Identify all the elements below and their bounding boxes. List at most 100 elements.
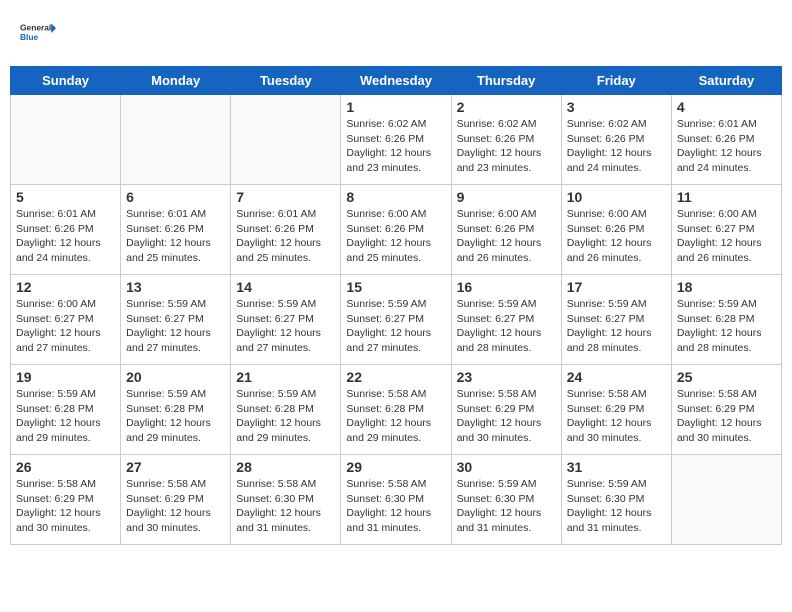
calendar-cell: 17 Sunrise: 5:59 AM Sunset: 6:27 PM Dayli… [561,275,671,365]
day-info: Sunrise: 5:58 AM Sunset: 6:30 PM Dayligh… [346,477,445,536]
calendar-cell: 1 Sunrise: 6:02 AM Sunset: 6:26 PM Daylig… [341,95,451,185]
day-info: Sunrise: 5:58 AM Sunset: 6:29 PM Dayligh… [16,477,115,536]
day-number: 4 [677,99,776,115]
calendar-cell [121,95,231,185]
calendar-cell: 9 Sunrise: 6:00 AM Sunset: 6:26 PM Daylig… [451,185,561,275]
calendar-cell: 13 Sunrise: 5:59 AM Sunset: 6:27 PM Dayli… [121,275,231,365]
calendar-cell: 15 Sunrise: 5:59 AM Sunset: 6:27 PM Dayli… [341,275,451,365]
day-info: Sunrise: 5:59 AM Sunset: 6:30 PM Dayligh… [567,477,666,536]
day-number: 10 [567,189,666,205]
weekday-header-thursday: Thursday [451,67,561,95]
weekday-header-monday: Monday [121,67,231,95]
svg-text:Blue: Blue [20,32,39,42]
day-number: 1 [346,99,445,115]
calendar-cell: 6 Sunrise: 6:01 AM Sunset: 6:26 PM Daylig… [121,185,231,275]
calendar-cell: 20Sunrise: 5:59 AM Sunset: 6:28 PM Dayli… [121,365,231,455]
calendar-cell: 19 Sunrise: 5:59 AM Sunset: 6:28 PM Dayli… [11,365,121,455]
day-number: 23 [457,369,556,385]
svg-text:General: General [20,23,51,33]
calendar-cell: 31Sunrise: 5:59 AM Sunset: 6:30 PM Dayli… [561,455,671,545]
day-number: 14 [236,279,335,295]
calendar-cell: 16 Sunrise: 5:59 AM Sunset: 6:27 PM Dayli… [451,275,561,365]
day-info: Sunrise: 6:01 AM Sunset: 6:26 PM Dayligh… [16,207,115,266]
calendar-cell: 5 Sunrise: 6:01 AM Sunset: 6:26 PM Daylig… [11,185,121,275]
day-info: Sunrise: 5:59 AM Sunset: 6:28 PM Dayligh… [16,387,115,446]
day-info: Sunrise: 5:59 AM Sunset: 6:27 PM Dayligh… [346,297,445,356]
day-info: Sunrise: 6:00 AM Sunset: 6:26 PM Dayligh… [457,207,556,266]
week-row-5: 26 Sunrise: 5:58 AM Sunset: 6:29 PM Dayli… [11,455,782,545]
day-number: 18 [677,279,776,295]
day-info: Sunrise: 6:01 AM Sunset: 6:26 PM Dayligh… [677,117,776,176]
week-row-3: 12 Sunrise: 6:00 AM Sunset: 6:27 PM Dayli… [11,275,782,365]
day-number: 25 [677,369,776,385]
weekday-header-wednesday: Wednesday [341,67,451,95]
weekday-header-friday: Friday [561,67,671,95]
calendar-cell: 7Sunrise: 6:01 AM Sunset: 6:26 PM Daylig… [231,185,341,275]
calendar-cell: 11 Sunrise: 6:00 AM Sunset: 6:27 PM Dayli… [671,185,781,275]
calendar-cell: 29 Sunrise: 5:58 AM Sunset: 6:30 PM Dayli… [341,455,451,545]
day-info: Sunrise: 6:00 AM Sunset: 6:26 PM Dayligh… [567,207,666,266]
day-number: 28 [236,459,335,475]
day-number: 21 [236,369,335,385]
day-number: 11 [677,189,776,205]
day-info: Sunrise: 5:59 AM Sunset: 6:28 PM Dayligh… [236,387,335,446]
day-info: Sunrise: 6:00 AM Sunset: 6:27 PM Dayligh… [677,207,776,266]
week-row-4: 19 Sunrise: 5:59 AM Sunset: 6:28 PM Dayli… [11,365,782,455]
day-info: Sunrise: 5:59 AM Sunset: 6:28 PM Dayligh… [126,387,225,446]
calendar-cell: 26 Sunrise: 5:58 AM Sunset: 6:29 PM Dayli… [11,455,121,545]
day-number: 12 [16,279,115,295]
calendar-cell: 2Sunrise: 6:02 AM Sunset: 6:26 PM Daylig… [451,95,561,185]
calendar-table: SundayMondayTuesdayWednesdayThursdayFrid… [10,66,782,545]
calendar-cell: 12 Sunrise: 6:00 AM Sunset: 6:27 PM Dayli… [11,275,121,365]
calendar-cell: 28 Sunrise: 5:58 AM Sunset: 6:30 PM Dayli… [231,455,341,545]
day-number: 26 [16,459,115,475]
day-info: Sunrise: 5:58 AM Sunset: 6:30 PM Dayligh… [236,477,335,536]
logo: General Blue [20,15,56,51]
weekday-header-row: SundayMondayTuesdayWednesdayThursdayFrid… [11,67,782,95]
day-info: Sunrise: 6:01 AM Sunset: 6:26 PM Dayligh… [126,207,225,266]
calendar-cell: 22 Sunrise: 5:58 AM Sunset: 6:28 PM Dayli… [341,365,451,455]
day-info: Sunrise: 5:58 AM Sunset: 6:29 PM Dayligh… [457,387,556,446]
day-number: 2 [457,99,556,115]
day-info: Sunrise: 5:59 AM Sunset: 6:27 PM Dayligh… [567,297,666,356]
day-number: 15 [346,279,445,295]
calendar-cell: 3 Sunrise: 6:02 AM Sunset: 6:26 PM Daylig… [561,95,671,185]
day-info: Sunrise: 5:59 AM Sunset: 6:28 PM Dayligh… [677,297,776,356]
day-info: Sunrise: 5:58 AM Sunset: 6:29 PM Dayligh… [567,387,666,446]
day-number: 16 [457,279,556,295]
calendar-cell [11,95,121,185]
weekday-header-sunday: Sunday [11,67,121,95]
calendar-cell: 10 Sunrise: 6:00 AM Sunset: 6:26 PM Dayli… [561,185,671,275]
calendar-cell: 14 Sunrise: 5:59 AM Sunset: 6:27 PM Dayli… [231,275,341,365]
day-info: Sunrise: 5:58 AM Sunset: 6:28 PM Dayligh… [346,387,445,446]
calendar-cell: 27Sunrise: 5:58 AM Sunset: 6:29 PM Dayli… [121,455,231,545]
weekday-header-tuesday: Tuesday [231,67,341,95]
calendar-cell: 18 Sunrise: 5:59 AM Sunset: 6:28 PM Dayli… [671,275,781,365]
day-number: 22 [346,369,445,385]
day-number: 27 [126,459,225,475]
day-number: 3 [567,99,666,115]
calendar-cell: 4 Sunrise: 6:01 AM Sunset: 6:26 PM Daylig… [671,95,781,185]
day-number: 6 [126,189,225,205]
day-info: Sunrise: 6:00 AM Sunset: 6:27 PM Dayligh… [16,297,115,356]
day-info: Sunrise: 6:02 AM Sunset: 6:26 PM Dayligh… [567,117,666,176]
day-number: 9 [457,189,556,205]
day-info: Sunrise: 6:02 AM Sunset: 6:26 PM Dayligh… [346,117,445,176]
day-number: 17 [567,279,666,295]
weekday-header-saturday: Saturday [671,67,781,95]
day-number: 30 [457,459,556,475]
day-number: 13 [126,279,225,295]
day-info: Sunrise: 5:59 AM Sunset: 6:27 PM Dayligh… [126,297,225,356]
week-row-2: 5 Sunrise: 6:01 AM Sunset: 6:26 PM Daylig… [11,185,782,275]
day-number: 29 [346,459,445,475]
day-number: 19 [16,369,115,385]
logo-svg: General Blue [20,15,56,51]
day-info: Sunrise: 5:59 AM Sunset: 6:27 PM Dayligh… [457,297,556,356]
calendar-cell: 8Sunrise: 6:00 AM Sunset: 6:26 PM Daylig… [341,185,451,275]
day-number: 24 [567,369,666,385]
day-number: 5 [16,189,115,205]
calendar-cell: 24 Sunrise: 5:58 AM Sunset: 6:29 PM Dayli… [561,365,671,455]
calendar-cell: 21 Sunrise: 5:59 AM Sunset: 6:28 PM Dayli… [231,365,341,455]
day-info: Sunrise: 5:59 AM Sunset: 6:27 PM Dayligh… [236,297,335,356]
calendar-cell: 25Sunrise: 5:58 AM Sunset: 6:29 PM Dayli… [671,365,781,455]
